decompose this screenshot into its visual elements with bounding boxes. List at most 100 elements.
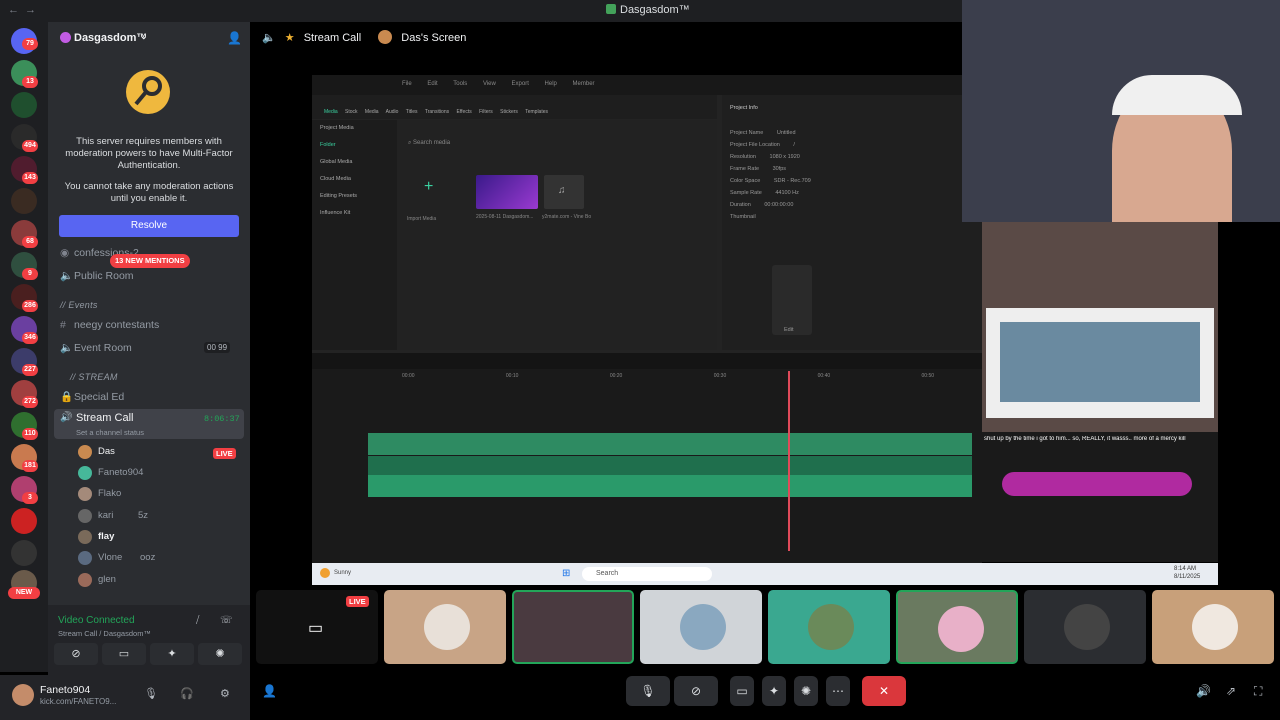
tab-transitions[interactable]: Transitions xyxy=(425,109,449,115)
screen-share-button[interactable]: ▭ xyxy=(730,676,754,706)
clock-time: 8:14 AM xyxy=(1174,566,1197,572)
guild-icon[interactable] xyxy=(11,540,37,566)
webcam-feed[interactable] xyxy=(962,0,1280,222)
activities-button[interactable]: ✦ xyxy=(762,676,786,706)
media-sidebar: Project Media Folder Global Media Cloud … xyxy=(312,120,397,350)
menu-item[interactable]: Export xyxy=(512,81,529,87)
search-placeholder: Search media xyxy=(413,140,451,146)
menu-item[interactable]: Member xyxy=(573,81,595,87)
avatar xyxy=(938,606,984,652)
star-icon[interactable]: ★ xyxy=(285,32,295,44)
channel-public-room[interactable]: 🔈Public Room xyxy=(60,269,134,285)
add-user-icon[interactable]: 👤 xyxy=(262,684,277,698)
add-member-icon[interactable]: 👤 xyxy=(227,31,242,45)
more-options-button[interactable]: ⋯ xyxy=(826,676,850,706)
clip-thumbnail[interactable] xyxy=(476,175,538,209)
stream-timer: 8:06:37 xyxy=(204,414,240,424)
volume-icon[interactable]: 🔊 xyxy=(1196,684,1211,698)
tab-audio[interactable]: Audio xyxy=(386,109,399,115)
search-media[interactable]: ⌕ Search media xyxy=(408,140,450,147)
side-item[interactable]: Folder xyxy=(312,137,397,154)
tab-stock-media[interactable]: Stock Media xyxy=(345,109,379,115)
timeline[interactable]: 00:00 00:10 00:20 00:30 00:40 00:50 xyxy=(312,353,982,563)
side-item[interactable]: Cloud Media xyxy=(312,171,397,188)
participant-tile[interactable] xyxy=(640,590,762,664)
edit-link[interactable]: Edit xyxy=(784,327,793,333)
webcam-feed[interactable]: shut up by the time i got to him... so, … xyxy=(982,222,1218,562)
guild-icon[interactable] xyxy=(11,508,37,534)
nav-arrows-icon[interactable]: ←→ xyxy=(8,4,42,16)
windows-start-icon[interactable]: ⊞ xyxy=(562,568,570,579)
activities-button[interactable]: ✦ xyxy=(150,643,194,665)
user-name[interactable]: Faneto904 xyxy=(40,684,90,696)
audio-track[interactable] xyxy=(368,475,972,497)
popout-icon[interactable]: ⇗ xyxy=(1226,684,1236,698)
ruler-tick: 00:50 xyxy=(921,373,935,379)
participant-tile[interactable] xyxy=(1024,590,1146,664)
ruler-tick: 00:30 xyxy=(713,373,727,379)
soundboard-button[interactable]: ✺ xyxy=(198,643,242,665)
channel-neegy[interactable]: # neegy contestants xyxy=(60,319,159,335)
tab-templates[interactable]: Templates xyxy=(525,109,548,115)
menu-item[interactable]: View xyxy=(483,81,496,87)
taskbar-search[interactable]: Search xyxy=(582,567,712,581)
voice-location[interactable]: Stream Call / Dasgasdom™ xyxy=(58,629,151,638)
side-item[interactable]: Editing Presets xyxy=(312,188,397,205)
participant-tile[interactable] xyxy=(1152,590,1274,664)
menu-item[interactable]: Help xyxy=(545,81,557,87)
noise-suppression-icon[interactable]: ⧸ xyxy=(196,615,199,626)
gear-icon[interactable]: ⚙ xyxy=(220,687,230,700)
disconnect-icon[interactable]: ☏ xyxy=(220,615,233,626)
camera-toggle-button[interactable]: ⊘ xyxy=(54,643,98,665)
channel-event-room[interactable]: 🔈Event Room xyxy=(60,341,132,357)
menu-item[interactable]: File xyxy=(402,81,412,87)
tab-filters[interactable]: Filters xyxy=(479,109,493,115)
side-item[interactable]: Influence Kit xyxy=(312,205,397,222)
microphone-icon[interactable]: 🎙 xyxy=(144,687,158,700)
camera-button[interactable]: ⊘ xyxy=(674,676,718,706)
channel-special-ed[interactable]: 🔒Special Ed xyxy=(60,390,124,406)
menu-item[interactable]: Tools xyxy=(453,81,467,87)
new-badge[interactable]: NEW xyxy=(8,587,40,599)
participant-tile[interactable] xyxy=(384,590,506,664)
end-call-button[interactable]: ✕ xyxy=(862,676,906,706)
side-item[interactable]: Project Media xyxy=(312,120,397,137)
project-field: Project Name Untitled xyxy=(730,127,811,139)
headphones-icon[interactable]: 🎧 xyxy=(180,687,194,700)
server-header[interactable]: Dasgasdom™ ⌄ 👤 xyxy=(48,22,250,54)
audio-thumbnail[interactable]: ♫ xyxy=(544,175,584,209)
side-item[interactable]: Global Media xyxy=(312,154,397,171)
guild-badge: 3 xyxy=(22,492,38,504)
avatar[interactable] xyxy=(12,684,34,706)
menu-item[interactable]: Edit xyxy=(427,81,437,87)
guild-badge: 9 xyxy=(22,268,38,280)
tab-stickers[interactable]: Stickers xyxy=(500,109,518,115)
category-stream[interactable]: // STREAM xyxy=(70,372,118,382)
guild-sidebar: 79 13 494 143 68 9 286 346 227 272 110 1… xyxy=(0,22,48,672)
screen-share-button[interactable]: ▭ xyxy=(102,643,146,665)
guild-icon[interactable] xyxy=(11,92,37,118)
import-plus-icon[interactable]: + xyxy=(424,178,433,196)
tab-titles[interactable]: Titles xyxy=(406,109,418,115)
playhead[interactable] xyxy=(788,371,790,551)
channel-stream-call[interactable]: 🔊 Stream Call 8:06:37 Set a channel stat… xyxy=(54,409,244,439)
guild-badge: 68 xyxy=(22,236,38,248)
shared-screen[interactable]: File Edit Tools View Export Help Member … xyxy=(312,75,982,585)
category-events[interactable]: // Events xyxy=(60,300,98,310)
video-track[interactable] xyxy=(368,433,972,455)
guild-icon[interactable] xyxy=(11,188,37,214)
microphone-button[interactable]: 🎙 xyxy=(626,676,670,706)
thumbnail-placeholder[interactable] xyxy=(772,265,812,335)
resolve-button[interactable]: Resolve xyxy=(59,215,239,237)
participant-tile[interactable] xyxy=(896,590,1018,664)
participant-tile[interactable] xyxy=(768,590,890,664)
soundboard-button[interactable]: ✺ xyxy=(794,676,818,706)
mentions-badge[interactable]: 13 NEW MENTIONS xyxy=(110,254,190,268)
channel-status[interactable]: Set a channel status xyxy=(76,428,144,437)
editor-toolbar: Media Stock Media Audio Titles Transitio… xyxy=(312,95,717,119)
participant-tile[interactable] xyxy=(512,590,634,664)
voice-status[interactable]: Video Connected xyxy=(58,615,135,626)
fullscreen-icon[interactable]: ⛶ xyxy=(1254,684,1262,699)
tab-media[interactable]: Media xyxy=(324,109,338,115)
tab-effects[interactable]: Effects xyxy=(457,109,472,115)
